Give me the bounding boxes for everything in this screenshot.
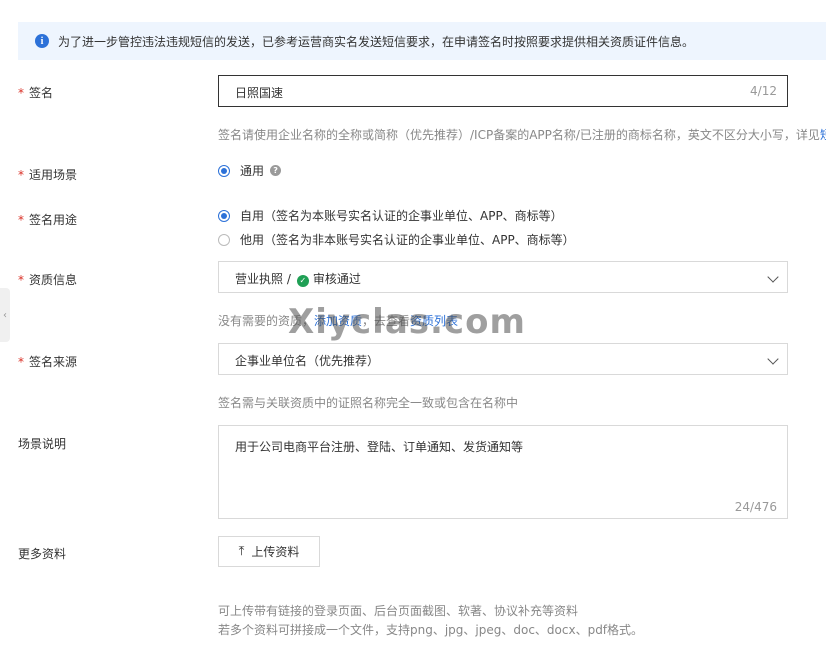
signature-value: 日照国速 (235, 86, 284, 100)
chevron-left-icon: ‹ (3, 309, 7, 321)
upload-button[interactable]: ⤒ 上传资料 (218, 536, 320, 567)
signature-help-link[interactable]: 短 (820, 128, 826, 142)
source-select[interactable]: 企事业单位名（优先推荐） (218, 343, 788, 375)
signature-input[interactable]: 日照国速 4/12 (218, 75, 788, 107)
qualification-label: * 资质信息 (18, 273, 78, 287)
more-label: 更多资料 (18, 547, 67, 561)
usage-radio-self[interactable]: 自用（签名为本账号实名认证的企事业单位、APP、商标等） (218, 207, 563, 224)
signature-counter: 4/12 (750, 84, 777, 98)
radio-checked-icon (218, 164, 230, 177)
info-icon: i (35, 34, 49, 48)
more-help-line2: 若多个资料可拼接成一个文件，支持png、jpg、jpeg、doc、docx、pd… (218, 623, 644, 637)
more-help-line1: 可上传带有链接的登录页面、后台页面截图、软著、协议补充等资料 (218, 604, 579, 618)
radio-unchecked-icon (218, 233, 230, 246)
radio-checked-icon (218, 209, 230, 222)
signature-label: * 签名 (18, 86, 54, 100)
scene-radio-general[interactable]: 通用 ? (218, 162, 282, 179)
source-help: 签名需与关联资质中的证照名称完全一致或包含在名称中 (218, 396, 519, 410)
notice-text: 为了进一步管控违法违规短信的发送，已参考运营商实名发送短信要求，在申请签名时按照… (58, 34, 695, 49)
watermark: Xiyclas.com (288, 302, 526, 342)
side-collapse-tab[interactable]: ‹ (0, 288, 10, 342)
source-label: * 签名来源 (18, 355, 78, 369)
source-value: 企事业单位名（优先推荐） (235, 354, 380, 368)
scene-desc-textarea[interactable]: 用于公司电商平台注册、登陆、订单通知、发货通知等 24/476 (218, 425, 788, 519)
qualification-value: 营业执照 / ✓ 审核通过 (235, 272, 361, 287)
scene-label: * 适用场景 (18, 168, 78, 182)
chevron-down-icon (767, 271, 779, 283)
usage-radio-other[interactable]: 他用（签名为非本账号实名认证的企事业单位、APP、商标等） (218, 231, 575, 248)
scene-desc-label: 场景说明 (18, 437, 67, 451)
qualification-select[interactable]: 营业执照 / ✓ 审核通过 (218, 261, 788, 293)
check-circle-icon: ✓ (296, 274, 309, 287)
chevron-down-icon (767, 353, 779, 365)
signature-help: 签名请使用企业名称的全称或简称（优先推荐）/ICP备案的APP名称/已注册的商标… (218, 126, 826, 143)
upload-icon: ⤒ (238, 544, 245, 559)
scene-desc-counter: 24/476 (734, 500, 777, 514)
scene-desc-value: 用于公司电商平台注册、登陆、订单通知、发货通知等 (235, 440, 524, 454)
usage-label: * 签名用途 (18, 213, 78, 227)
notice-banner: i 为了进一步管控违法违规短信的发送，已参考运营商实名发送短信要求，在申请签名时… (18, 22, 826, 60)
question-icon[interactable]: ? (270, 165, 282, 176)
